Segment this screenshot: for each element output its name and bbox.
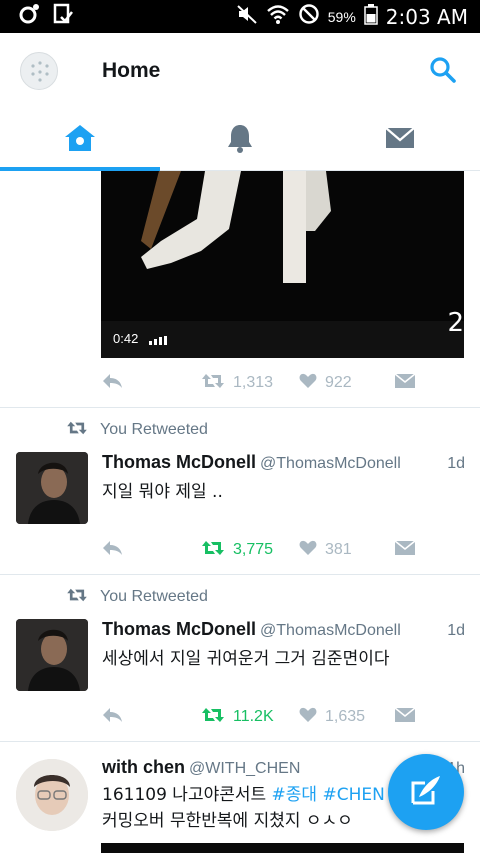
home-icon bbox=[63, 123, 97, 158]
like-button[interactable]: 1,635 bbox=[299, 705, 365, 729]
tweet-actions: 11.2K 1,635 bbox=[101, 705, 421, 729]
direct-message-button[interactable] bbox=[394, 705, 416, 729]
tweet-avatar[interactable] bbox=[16, 452, 88, 524]
author-handle[interactable]: @WITH_CHEN bbox=[189, 760, 300, 778]
reply-icon bbox=[101, 539, 123, 562]
tweet-text: 세상에서 지일 귀여운거 그거 김준면이다 bbox=[102, 649, 390, 669]
author-handle[interactable]: @ThomasMcDonell bbox=[260, 455, 401, 473]
tweet-time: 1d bbox=[447, 455, 465, 472]
retweet-icon bbox=[201, 539, 225, 562]
tab-notifications[interactable] bbox=[160, 109, 320, 171]
reply-button[interactable] bbox=[101, 371, 123, 395]
envelope-icon bbox=[394, 706, 416, 728]
retweet-button[interactable]: 11.2K bbox=[201, 705, 274, 729]
reply-button[interactable] bbox=[101, 705, 123, 729]
envelope-icon bbox=[385, 126, 415, 155]
retweeted-label: You Retweeted bbox=[100, 588, 208, 605]
retweet-count: 3,775 bbox=[233, 541, 274, 558]
retweet-count: 11.2K bbox=[233, 708, 274, 725]
tab-bar bbox=[0, 109, 480, 171]
retweet-icon bbox=[201, 706, 225, 729]
retweeted-label: You Retweeted bbox=[100, 421, 208, 438]
compose-tweet-icon bbox=[409, 773, 443, 812]
retweet-icon bbox=[201, 372, 225, 395]
divider bbox=[0, 407, 480, 408]
retweeted-indicator: You Retweeted bbox=[66, 419, 208, 441]
tweet-actions: 3,775 381 bbox=[101, 538, 421, 562]
retweet-count: 1,313 bbox=[233, 374, 274, 391]
battery-percent: 59% bbox=[327, 8, 356, 25]
app-header: Home bbox=[0, 33, 480, 109]
retweet-icon bbox=[66, 420, 88, 441]
retweet-icon bbox=[66, 587, 88, 608]
page-title: Home bbox=[102, 59, 161, 82]
mute-icon bbox=[236, 3, 258, 30]
heart-icon bbox=[299, 540, 317, 561]
status-bar: 59% 2:03 AM bbox=[0, 0, 480, 33]
video-duration: 0:42 bbox=[113, 331, 139, 346]
heart-icon bbox=[299, 707, 317, 728]
tweet-actions: 1,313 922 bbox=[101, 371, 421, 395]
author-name[interactable]: with chen bbox=[102, 757, 185, 778]
search-icon[interactable] bbox=[428, 55, 458, 85]
profile-avatar[interactable] bbox=[20, 52, 58, 90]
tweet-avatar[interactable] bbox=[16, 619, 88, 691]
clipboard-check-icon bbox=[52, 3, 74, 30]
tweet-text-line1: 161109 나고야콘서트 bbox=[102, 785, 272, 805]
direct-message-button[interactable] bbox=[394, 371, 416, 395]
hashtag-link[interactable]: #CHEN bbox=[322, 785, 384, 805]
video-media[interactable]: 0:42 2 bbox=[101, 171, 464, 358]
wifi-icon bbox=[266, 3, 290, 30]
like-count: 381 bbox=[325, 541, 352, 558]
hashtag-link[interactable]: #종대 bbox=[272, 785, 318, 805]
tweet-text: 지일 뭐야 제일 .. bbox=[102, 482, 223, 502]
tab-home[interactable] bbox=[0, 109, 160, 171]
like-button[interactable]: 381 bbox=[299, 538, 352, 562]
retweet-button[interactable]: 1,313 bbox=[201, 371, 273, 395]
tweet-media-preview[interactable] bbox=[101, 843, 464, 853]
reply-icon bbox=[101, 706, 123, 729]
envelope-icon bbox=[394, 372, 416, 394]
divider bbox=[0, 574, 480, 575]
timeline[interactable]: 0:42 2 1,313 922 You Retweeted Thomas Mc… bbox=[0, 171, 480, 853]
direct-message-button[interactable] bbox=[394, 538, 416, 562]
tweet-time: 1d bbox=[447, 622, 465, 639]
envelope-icon bbox=[394, 539, 416, 561]
author-name[interactable]: Thomas McDonell bbox=[102, 452, 256, 473]
video-corner-text: 2 bbox=[447, 308, 464, 338]
like-button[interactable]: 922 bbox=[299, 371, 352, 395]
tweet-avatar[interactable] bbox=[16, 759, 88, 831]
retweet-button[interactable]: 3,775 bbox=[201, 538, 273, 562]
tweet-header: Thomas McDonell @ThomasMcDonell 1d bbox=[102, 452, 467, 476]
retweeted-indicator: You Retweeted bbox=[66, 586, 208, 608]
battery-icon bbox=[364, 3, 378, 30]
volume-bars-icon bbox=[149, 336, 167, 345]
reply-icon bbox=[101, 372, 123, 395]
like-count: 922 bbox=[325, 374, 352, 391]
like-count: 1,635 bbox=[325, 708, 366, 725]
tweet-header: Thomas McDonell @ThomasMcDonell 1d bbox=[102, 619, 467, 643]
tab-messages[interactable] bbox=[320, 109, 480, 171]
bell-icon bbox=[226, 123, 254, 158]
circle-icon bbox=[18, 3, 40, 30]
divider bbox=[0, 741, 480, 742]
compose-tweet-button[interactable] bbox=[388, 754, 464, 830]
author-name[interactable]: Thomas McDonell bbox=[102, 619, 256, 640]
reply-button[interactable] bbox=[101, 538, 123, 562]
clock: 2:03 AM bbox=[385, 4, 468, 29]
do-not-disturb-icon bbox=[298, 3, 320, 30]
author-handle[interactable]: @ThomasMcDonell bbox=[260, 622, 401, 640]
heart-icon bbox=[299, 373, 317, 394]
